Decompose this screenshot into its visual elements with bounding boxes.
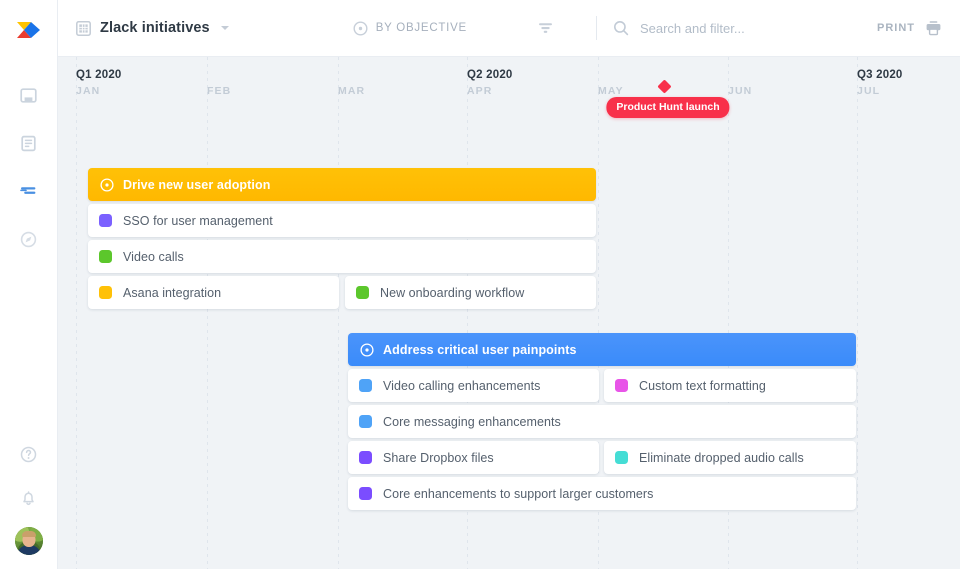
initiative-color-chip xyxy=(99,214,112,227)
sidebar-item-board[interactable] xyxy=(14,80,44,110)
sidebar-item-notifications[interactable] xyxy=(14,483,44,513)
target-icon xyxy=(360,343,374,357)
initiative-color-chip xyxy=(359,415,372,428)
sidebar-item-document[interactable] xyxy=(14,128,44,158)
help-icon xyxy=(20,446,37,463)
search-icon xyxy=(613,20,629,36)
roadmap-app: Zlack initiatives BY OBJECTIVE xyxy=(0,0,960,569)
objective-bar[interactable]: Address critical user painpoints xyxy=(348,333,856,366)
chevron-down-icon xyxy=(221,26,229,30)
filter-icon xyxy=(537,20,554,37)
objective-icon xyxy=(100,178,114,192)
initiative-card[interactable]: Video calling enhancements xyxy=(348,369,599,402)
group-by-label: BY OBJECTIVE xyxy=(376,22,467,34)
roadmap-icon xyxy=(19,183,38,200)
initiative-card[interactable]: Eliminate dropped audio calls xyxy=(604,441,856,474)
sidebar-item-help[interactable] xyxy=(14,439,44,469)
initiative-card[interactable]: Core messaging enhancements xyxy=(348,405,856,438)
initiative-label: Core messaging enhancements xyxy=(383,415,561,429)
month-label: FEB xyxy=(207,85,231,97)
objective-icon xyxy=(360,343,374,357)
initiative-color-chip xyxy=(359,451,372,464)
sidebar-bottom xyxy=(14,439,44,569)
initiative-color-chip xyxy=(99,286,112,299)
target-icon xyxy=(100,178,114,192)
initiative-row: Share Dropbox files Eliminate dropped aud… xyxy=(58,441,960,474)
quarter-label: Q1 2020 xyxy=(76,69,122,81)
sidebar-item-explore[interactable] xyxy=(14,224,44,254)
initiative-color-chip xyxy=(356,286,369,299)
search-box[interactable]: Search and filter... xyxy=(613,20,745,36)
print-label: PRINT xyxy=(877,22,915,34)
objective-group: Address critical user painpoints Video ca… xyxy=(58,333,960,510)
month-label: MAY xyxy=(598,85,624,97)
initiative-label: Eliminate dropped audio calls xyxy=(639,451,804,465)
compass-icon xyxy=(20,231,37,248)
quarter-label: Q2 2020 xyxy=(467,69,513,81)
initiative-color-chip xyxy=(615,379,628,392)
initiative-card[interactable]: Share Dropbox files xyxy=(348,441,599,474)
avatar-hair xyxy=(22,531,36,537)
objective-group: Drive new user adoption SSO for user mana… xyxy=(58,168,960,309)
user-avatar[interactable] xyxy=(15,527,43,555)
grid-icon xyxy=(76,21,91,36)
app-logo[interactable] xyxy=(13,14,45,46)
initiative-card[interactable]: Asana integration xyxy=(88,276,339,309)
initiative-label: Core enhancements to support larger cust… xyxy=(383,487,653,501)
initiative-color-chip xyxy=(99,250,112,263)
sidebar-nav xyxy=(14,80,44,254)
initiative-row: Core enhancements to support larger cust… xyxy=(58,477,960,510)
initiative-color-chip xyxy=(359,379,372,392)
objective-bar[interactable]: Drive new user adoption xyxy=(88,168,596,201)
document-icon xyxy=(20,135,37,152)
sidebar-logo-area xyxy=(13,0,45,46)
top-toolbar: Zlack initiatives BY OBJECTIVE xyxy=(58,0,960,57)
quarter-label: Q3 2020 xyxy=(857,69,903,81)
left-sidebar xyxy=(0,0,58,569)
printer-icon xyxy=(925,20,942,36)
milestone-label[interactable]: Product Hunt launch xyxy=(606,97,729,118)
initiative-card[interactable]: Video calls xyxy=(88,240,596,273)
print-button[interactable]: PRINT xyxy=(877,20,942,36)
initiative-row: Video calling enhancements Custom text fo… xyxy=(58,369,960,402)
sidebar-item-roadmap[interactable] xyxy=(14,176,44,206)
initiative-label: Asana integration xyxy=(123,286,221,300)
initiative-label: Share Dropbox files xyxy=(383,451,494,465)
toolbar-divider xyxy=(596,16,597,40)
bell-icon xyxy=(20,489,37,507)
month-label: MAR xyxy=(338,85,365,97)
page-title: Zlack initiatives xyxy=(100,20,210,36)
initiative-row: Core messaging enhancements xyxy=(58,405,960,438)
search-input[interactable]: Search and filter... xyxy=(640,21,745,36)
app-logo-icon xyxy=(13,14,45,46)
month-label: JUN xyxy=(728,85,752,97)
group-by-objective-button[interactable]: BY OBJECTIVE xyxy=(353,21,467,36)
initiative-row: Video calls xyxy=(58,240,960,273)
month-label: APR xyxy=(467,85,492,97)
objective-label: Drive new user adoption xyxy=(123,178,270,192)
initiative-card[interactable]: Core enhancements to support larger cust… xyxy=(348,477,856,510)
initiative-label: Video calls xyxy=(123,250,184,264)
month-label: JUL xyxy=(857,85,880,97)
month-label: JAN xyxy=(76,85,100,97)
initiative-card[interactable]: Custom text formatting xyxy=(604,369,856,402)
initiative-label: Custom text formatting xyxy=(639,379,766,393)
target-icon xyxy=(353,21,368,36)
initiative-color-chip xyxy=(359,487,372,500)
initiative-card[interactable]: New onboarding workflow xyxy=(345,276,596,309)
initiative-row: Asana integration New onboarding workflow xyxy=(58,276,960,309)
main-area: Zlack initiatives BY OBJECTIVE xyxy=(58,0,960,569)
initiative-label: New onboarding workflow xyxy=(380,286,524,300)
filter-button[interactable] xyxy=(537,20,554,37)
view-title-button[interactable]: Zlack initiatives xyxy=(58,20,229,36)
initiative-row: SSO for user management xyxy=(58,204,960,237)
roadmap-canvas[interactable]: Q1 2020 Q2 2020 Q3 2020 JAN FEB MAR APR MAY JUN J… xyxy=(58,57,960,569)
initiative-card[interactable]: SSO for user management xyxy=(88,204,596,237)
board-icon xyxy=(20,87,37,104)
initiative-label: Video calling enhancements xyxy=(383,379,540,393)
initiative-color-chip xyxy=(615,451,628,464)
timeline-header: Q1 2020 Q2 2020 Q3 2020 JAN FEB MAR APR MAY JUN J… xyxy=(58,57,960,103)
objective-label: Address critical user painpoints xyxy=(383,343,577,357)
initiative-label: SSO for user management xyxy=(123,214,273,228)
